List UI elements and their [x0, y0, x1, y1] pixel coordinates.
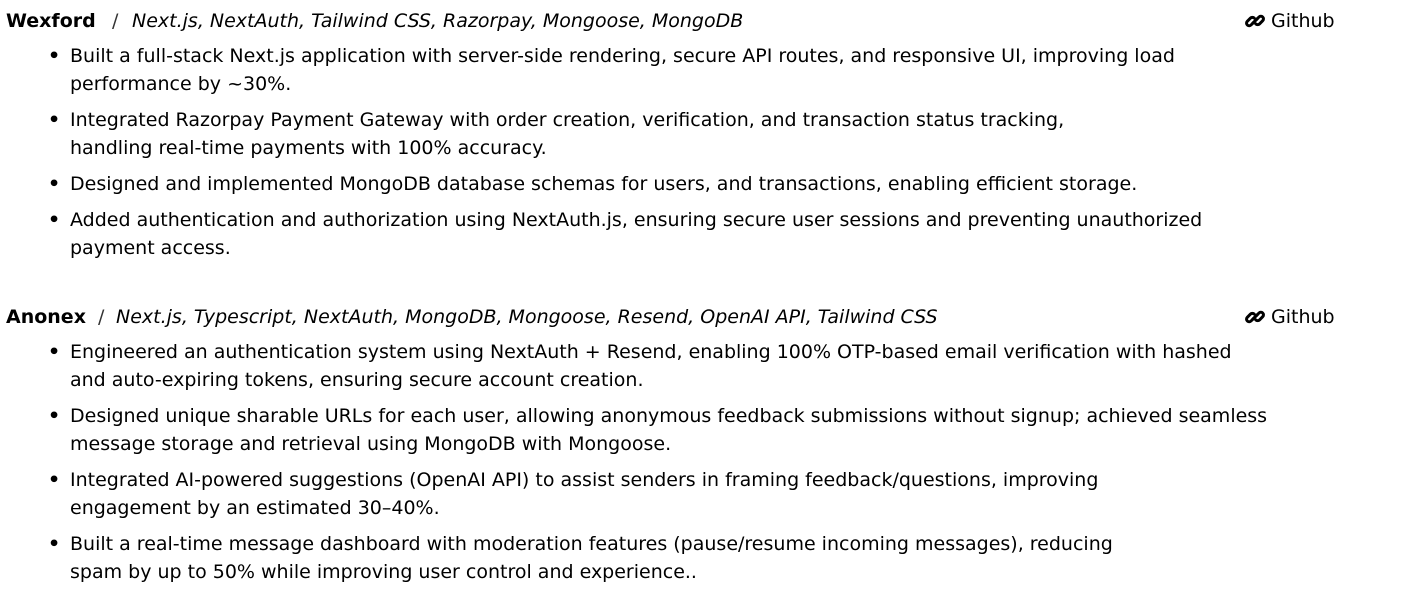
bullet-icon: • — [48, 469, 61, 491]
project-name: Anonex — [6, 306, 86, 328]
project-header: Anonex / Next.js, Typescript, NextAuth, … — [0, 300, 1423, 334]
github-link-label: Github — [1271, 306, 1335, 328]
bullet-text-line: message storage and retrieval using Mong… — [70, 433, 672, 455]
list-item: • Engineered an authentication system us… — [0, 338, 1423, 394]
github-link[interactable]: Github — [1245, 300, 1335, 334]
bullet-icon: • — [48, 173, 61, 195]
list-item: • Added authentication and authorization… — [0, 206, 1423, 262]
bullet-text-line: payment access. — [70, 237, 231, 259]
github-link[interactable]: Github — [1245, 4, 1335, 38]
bullet-text-line: Designed unique sharable URLs for each u… — [70, 405, 1268, 427]
list-item: • Integrated Razorpay Payment Gateway wi… — [0, 106, 1423, 162]
tech-stack: Next.js, Typescript, NextAuth, MongoDB, … — [116, 306, 938, 328]
bullet-icon: • — [48, 109, 61, 131]
bullet-text-line: performance by ~30%. — [70, 73, 292, 95]
bullet-text-line: Integrated Razorpay Payment Gateway with… — [70, 109, 1065, 131]
bullet-list: • Built a full-stack Next.js application… — [0, 42, 1423, 262]
bullet-icon: • — [48, 405, 61, 427]
bullet-text-line: engagement by an estimated 30–40%. — [70, 497, 440, 519]
bullet-text-line: Built a full-stack Next.js application w… — [70, 45, 1175, 67]
project-name: Wexford — [6, 10, 96, 32]
list-item: • Designed and implemented MongoDB datab… — [0, 170, 1423, 198]
bullet-icon: • — [48, 533, 61, 555]
list-item: • Built a real-time message dashboard wi… — [0, 530, 1423, 586]
list-item: • Designed unique sharable URLs for each… — [0, 402, 1423, 458]
link-icon — [1245, 11, 1265, 31]
separator: / — [112, 10, 119, 32]
bullet-icon: • — [48, 45, 61, 67]
separator: / — [98, 306, 105, 328]
bullet-icon: • — [48, 209, 61, 231]
project-header: Wexford / Next.js, NextAuth, Tailwind CS… — [0, 4, 1423, 38]
bullet-text-line: and auto-expiring tokens, ensuring secur… — [70, 369, 644, 391]
bullet-list: • Engineered an authentication system us… — [0, 338, 1423, 586]
project-anonex: Anonex / Next.js, Typescript, NextAuth, … — [0, 300, 1423, 594]
bullet-text-line: spam by up to 50% while improving user c… — [70, 561, 697, 583]
bullet-text-line: Engineered an authentication system usin… — [70, 341, 1232, 363]
project-wexford: Wexford / Next.js, NextAuth, Tailwind CS… — [0, 4, 1423, 270]
bullet-text-line: Designed and implemented MongoDB databas… — [70, 173, 1138, 195]
resume-projects-section: Wexford / Next.js, NextAuth, Tailwind CS… — [0, 0, 1423, 608]
list-item: • Built a full-stack Next.js application… — [0, 42, 1423, 98]
tech-stack: Next.js, NextAuth, Tailwind CSS, Razorpa… — [132, 10, 744, 32]
link-icon — [1245, 307, 1265, 327]
bullet-text-line: Integrated AI-powered suggestions (OpenA… — [70, 469, 1099, 491]
list-item: • Integrated AI-powered suggestions (Ope… — [0, 466, 1423, 522]
bullet-text-line: Added authentication and authorization u… — [70, 209, 1203, 231]
github-link-label: Github — [1271, 10, 1335, 32]
bullet-icon: • — [48, 341, 61, 363]
bullet-text-line: handling real-time payments with 100% ac… — [70, 137, 547, 159]
bullet-text-line: Built a real-time message dashboard with… — [70, 533, 1113, 555]
